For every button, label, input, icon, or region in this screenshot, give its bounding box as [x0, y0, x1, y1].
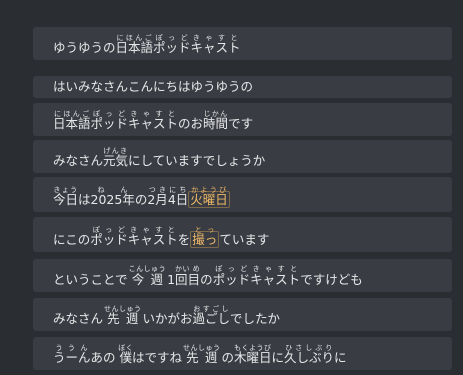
- furigana: もくようび: [233, 344, 272, 352]
- furigana: じかん: [203, 110, 229, 118]
- furigana: げんき: [103, 147, 129, 155]
- furigana: にち: [167, 186, 189, 194]
- furigana: ぼく: [118, 344, 134, 352]
- subtitle-line[interactable]: にこのポッドキャストぽっどきゃすとを 撮っとっています: [33, 217, 452, 252]
- highlighted-word[interactable]: 撮っとっ: [190, 226, 220, 248]
- subtitle-line[interactable]: ゆうゆうの日本語にほんごポッドキャストぽっどきゃすと: [33, 27, 452, 60]
- subtitle-line[interactable]: うーんううんあの 僕ぼくはですね 先週せんしゅう の木曜日もくようびに久しぶりひ…: [33, 337, 452, 370]
- furigana: つき: [147, 186, 168, 194]
- subtitle-line[interactable]: はいみなさんこんにちはゆうゆうの: [33, 76, 452, 98]
- furigana: ねん: [90, 186, 135, 194]
- subtitle-text: にこのポッドキャストぽっどきゃすとを 撮っとっています: [53, 226, 270, 248]
- subtitle-line[interactable]: みなさん元気げんきにしていますでしょうか: [33, 140, 452, 173]
- subtitle-line[interactable]: ということで 今週こんしゅう 1回目かい めのポッドキャストぽっどきゃすとですけ…: [33, 259, 452, 292]
- furigana: とっ: [192, 226, 218, 234]
- furigana: ひさしぶり: [284, 344, 335, 352]
- subtitle-text: 今日きょうは2025年ねんの2月つき4日にち火曜日かようび: [53, 186, 230, 208]
- furigana: ぽっどきゃすと: [153, 34, 241, 42]
- subtitle-text: 日本語にほんごポッドキャストぽっどきゃすとのお時間じかんです: [53, 110, 254, 131]
- furigana: ぽっどきゃすと: [212, 265, 301, 273]
- subtitle-text: はいみなさんこんにちはゆうゆうの: [53, 79, 254, 94]
- subtitle-line[interactable]: みなさん 先週せんしゅう いかがお過ごしおすごしでしたか: [33, 298, 452, 331]
- furigana: きょう: [53, 186, 78, 194]
- furigana: にほんご: [53, 110, 91, 118]
- subtitle-text: みなさん元気げんきにしていますでしょうか: [53, 147, 266, 168]
- highlighted-word[interactable]: 火曜日かようび: [188, 186, 230, 208]
- furigana: おすごし: [192, 305, 230, 313]
- furigana: にほんご: [115, 34, 154, 42]
- subtitle-line[interactable]: 今日きょうは2025年ねんの2月つき4日にち火曜日かようび: [33, 177, 452, 212]
- furigana: せんしゅう: [103, 305, 142, 313]
- furigana: ぽっどきゃすと: [90, 226, 178, 234]
- furigana: かようび: [190, 186, 228, 194]
- subtitle-text: ということで 今週こんしゅう 1回目かい めのポッドキャストぽっどきゃすとですけ…: [53, 265, 363, 287]
- subtitle-list: ゆうゆうの日本語にほんごポッドキャストぽっどきゃすと はいみなさんこんにちはゆう…: [0, 0, 463, 375]
- furigana: かい め: [174, 265, 201, 273]
- subtitle-text: ゆうゆうの日本語にほんごポッドキャストぽっどきゃすと: [53, 34, 241, 55]
- subtitle-text: みなさん 先週せんしゅう いかがお過ごしおすごしでしたか: [53, 305, 280, 326]
- furigana: ぽっどきゃすと: [90, 110, 179, 118]
- furigana: ううん: [53, 344, 91, 352]
- subtitle-line[interactable]: 日本語にほんごポッドキャストぽっどきゃすとのお時間じかんです: [33, 103, 452, 136]
- furigana: せんしゅう: [183, 344, 221, 352]
- subtitle-text: うーんううんあの 僕ぼくはですね 先週せんしゅう の木曜日もくようびに久しぶりひ…: [53, 344, 347, 365]
- furigana: こんしゅう: [128, 265, 167, 273]
